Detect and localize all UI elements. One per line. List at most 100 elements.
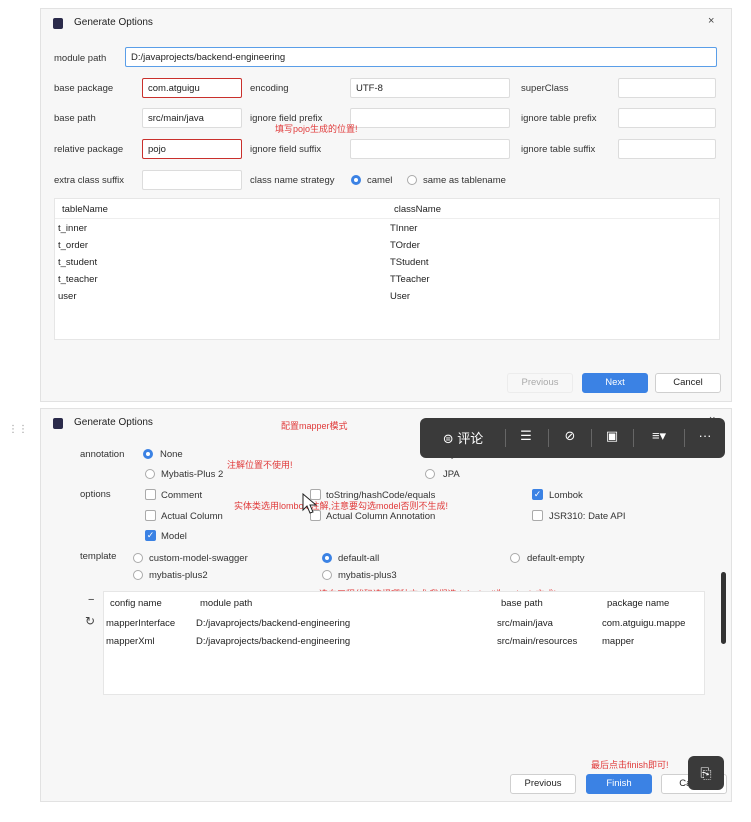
extra-class-suffix-input[interactable]	[142, 170, 242, 190]
same-as-tablename-radio[interactable]	[407, 175, 417, 185]
refresh-icon[interactable]: ↻	[85, 614, 95, 628]
template-default-empty-radio[interactable]	[510, 553, 520, 563]
encoding-input[interactable]: UTF-8	[350, 78, 510, 98]
annotation-pojo-location: 填写pojo生成的位置!	[275, 124, 358, 134]
annotation-mapper-mode: 配置mapper模式	[281, 421, 348, 431]
remove-row-icon[interactable]: −	[88, 594, 94, 606]
superclass-input[interactable]	[618, 78, 716, 98]
ocr-scan-icon[interactable]: ⎘	[688, 756, 724, 790]
config-header-package-name[interactable]: package name	[607, 598, 669, 609]
class-name-strategy-label: class name strategy	[250, 175, 335, 186]
table-cell-classname: User	[390, 291, 411, 302]
comment-checkbox[interactable]	[145, 489, 156, 500]
encoding-label: encoding	[250, 83, 289, 94]
vertical-scrollbar[interactable]	[721, 572, 726, 644]
template-mybatis-plus2-label: mybatis-plus2	[149, 570, 208, 581]
ignore-field-suffix-input[interactable]	[350, 139, 510, 159]
close-icon[interactable]: ×	[708, 15, 714, 27]
image-icon[interactable]: ▣	[598, 428, 626, 444]
dialog-title: Generate Options	[74, 17, 153, 28]
template-default-all-radio[interactable]	[322, 553, 332, 563]
toolbar-divider	[548, 429, 549, 447]
table-list[interactable]: tableName className t_inner TInner t_ord…	[54, 198, 720, 340]
generate-options-dialog-top: Generate Options × module path D:/javapr…	[40, 8, 732, 402]
config-header-base-path[interactable]: base path	[501, 598, 543, 609]
config-cell-module-path: D:/javaprojects/backend-engineering	[196, 618, 351, 629]
annotation-mybatis-plus2-radio[interactable]	[145, 469, 155, 479]
actual-column-annotation-label: Actual Column Annotation	[326, 511, 436, 522]
annotation-none-radio[interactable]	[143, 449, 153, 459]
module-path-input[interactable]: D:/javaprojects/backend-engineering	[125, 47, 717, 67]
lombok-label: Lombok	[549, 490, 583, 501]
template-custom-model-swagger-radio[interactable]	[133, 553, 143, 563]
extra-class-suffix-label: extra class suffix	[54, 175, 125, 186]
jsr310-label: JSR310: Date API	[549, 511, 626, 522]
cancel-button[interactable]: Cancel	[655, 373, 721, 393]
config-cell-package-name: com.atguigu.mappe	[602, 618, 686, 629]
more-icon[interactable]: ···	[690, 428, 720, 443]
previous-button[interactable]: Previous	[510, 774, 576, 794]
generate-options-dialog-bottom: Generate Options 配置mapper模式 × annotation…	[40, 408, 732, 802]
config-cell-base-path: src/main/java	[497, 618, 553, 629]
camel-radio[interactable]	[351, 175, 361, 185]
table-cell-tablename: t_student	[58, 257, 98, 268]
ignore-field-prefix-input[interactable]	[350, 108, 510, 128]
jsr310-checkbox[interactable]	[532, 510, 543, 521]
base-package-input[interactable]: com.atguigu	[142, 78, 242, 98]
options-label: options	[80, 489, 111, 500]
comment-button[interactable]: ⊜ 评论	[428, 428, 498, 447]
ignore-table-prefix-input[interactable]	[618, 108, 716, 128]
config-cell-module-path: D:/javaprojects/backend-engineering	[196, 636, 351, 647]
template-label: template	[80, 551, 117, 562]
model-checkbox[interactable]: ✓	[145, 530, 156, 541]
base-path-label: base path	[54, 113, 96, 124]
table-header-classname[interactable]: className	[394, 204, 441, 215]
lombok-checkbox[interactable]: ✓	[532, 489, 543, 500]
config-table[interactable]: config name module path base path packag…	[103, 591, 705, 695]
next-button[interactable]: Next	[582, 373, 648, 393]
table-cell-classname: TOrder	[390, 240, 420, 251]
dialog-title: Generate Options	[74, 417, 153, 428]
base-path-input[interactable]: src/main/java	[142, 108, 242, 128]
base-package-label: base package	[54, 83, 114, 94]
ignore-table-suffix-label: ignore table suffix	[521, 144, 596, 155]
template-mybatis-plus3-radio[interactable]	[322, 570, 332, 580]
annotation-mybatis-plus2-label: Mybatis-Plus 2	[161, 469, 224, 480]
drag-handle-icon[interactable]: ⋮⋮	[8, 425, 28, 442]
model-label: Model	[161, 531, 187, 542]
relative-package-input[interactable]: pojo	[142, 139, 242, 159]
link-icon[interactable]: ⊘	[556, 428, 584, 444]
same-as-tablename-label: same as tablename	[423, 175, 506, 186]
mouse-cursor-icon	[302, 493, 318, 514]
annotation-jpa-radio[interactable]	[425, 469, 435, 479]
subtitle-icon[interactable]: ☰	[512, 428, 540, 444]
template-mybatis-plus2-radio[interactable]	[133, 570, 143, 580]
config-header-module-path[interactable]: module path	[200, 598, 252, 609]
annotation-jpa-label: JPA	[443, 469, 460, 480]
template-default-empty-label: default-empty	[527, 553, 585, 564]
table-cell-tablename: t_inner	[58, 223, 88, 234]
actual-column-label: Actual Column	[161, 511, 223, 522]
config-cell-config-name: mapperXml	[106, 636, 155, 647]
comment-label: 评论	[457, 431, 484, 446]
comment-icon: ⊜	[442, 431, 454, 446]
relative-package-label: relative package	[54, 144, 124, 155]
config-header-config-name[interactable]: config name	[110, 598, 162, 609]
camel-label: camel	[367, 175, 393, 186]
config-cell-base-path: src/main/resources	[497, 636, 578, 647]
actual-column-checkbox[interactable]	[145, 510, 156, 521]
previous-button[interactable]: Previous	[507, 373, 573, 393]
superclass-label: superClass	[521, 83, 569, 94]
comment-label: Comment	[161, 490, 203, 501]
annotation-finish-hint: 最后点击finish即可!	[591, 760, 669, 770]
toolbar-divider	[505, 429, 506, 447]
ignore-table-suffix-input[interactable]	[618, 139, 716, 159]
app-logo-icon	[53, 418, 63, 429]
finish-button[interactable]: Finish	[586, 774, 652, 794]
align-dropdown-icon[interactable]: ≡▾	[640, 428, 678, 444]
toolbar-divider	[591, 429, 592, 447]
table-cell-classname: TTeacher	[390, 274, 430, 285]
table-header-tablename[interactable]: tableName	[62, 204, 108, 215]
table-cell-tablename: t_order	[58, 240, 89, 251]
annotation-label: annotation	[80, 449, 125, 460]
